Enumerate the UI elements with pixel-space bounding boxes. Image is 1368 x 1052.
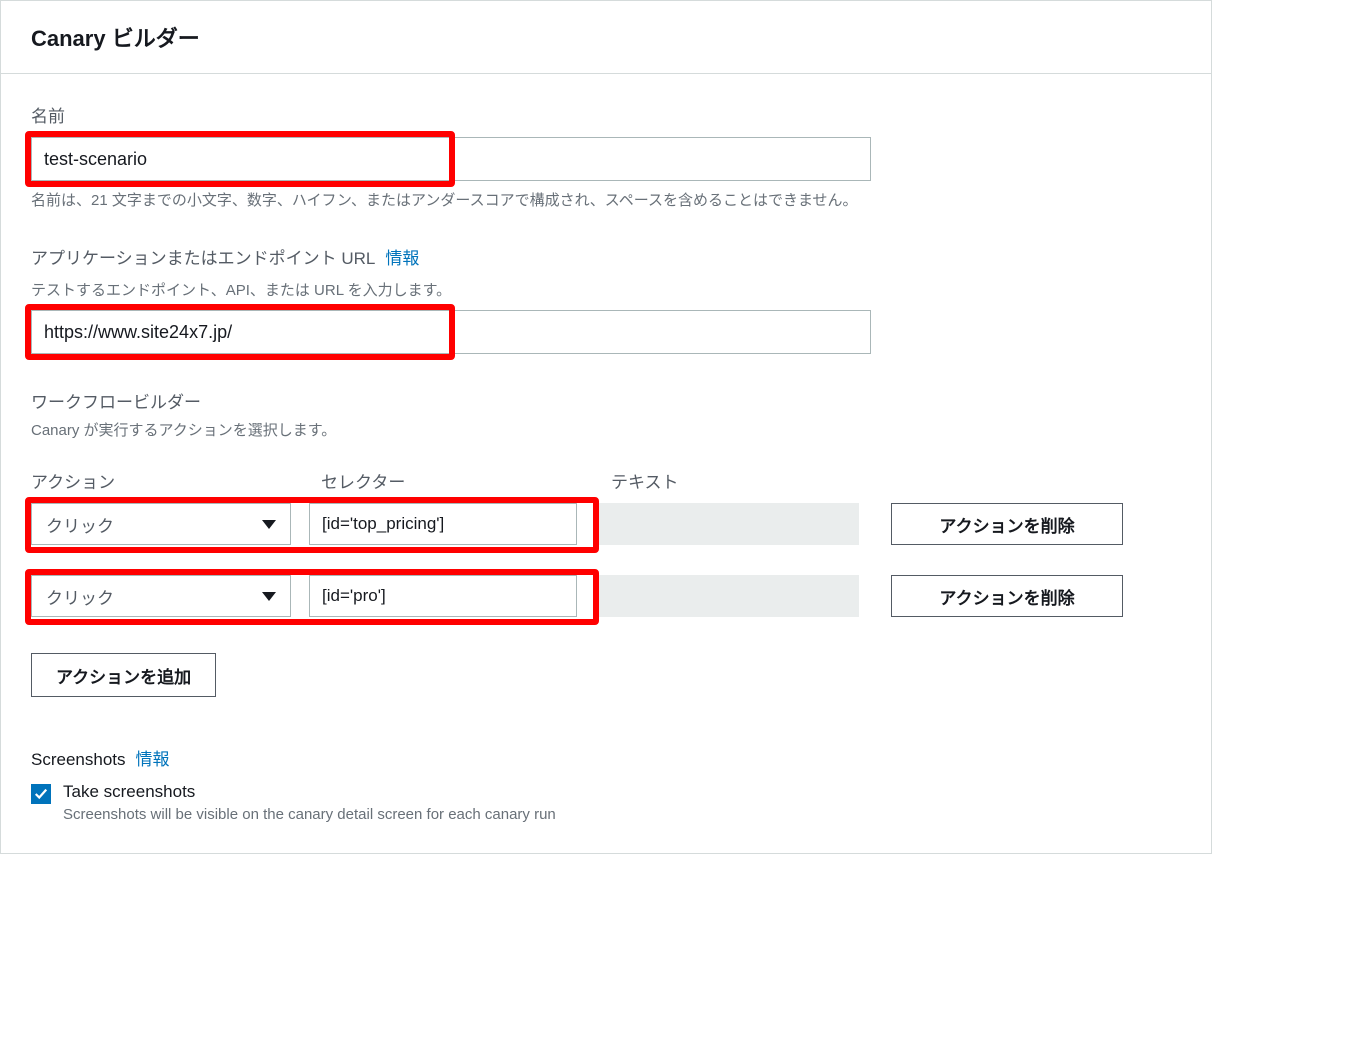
selector-input[interactable] (309, 575, 577, 617)
selector-input[interactable] (309, 503, 577, 545)
url-field-group: アプリケーションまたはエンドポイント URL 情報 テストするエンドポイント、A… (31, 244, 1181, 354)
workflow-row: クリック アクションを削除 (31, 575, 1181, 617)
action-select[interactable]: クリック (31, 575, 291, 617)
url-label: アプリケーションまたはエンドポイント URL (31, 244, 375, 269)
col-action-header: アクション (31, 468, 321, 493)
name-field-group: 名前 名前は、21 文字までの小文字、数字、ハイフン、またはアンダースコアで構成… (31, 102, 1181, 210)
name-hint: 名前は、21 文字までの小文字、数字、ハイフン、またはアンダースコアで構成され、… (31, 189, 1181, 210)
workflow-title: ワークフロービルダー (31, 388, 1181, 413)
col-text-header: テキスト (611, 468, 901, 493)
chevron-down-icon (262, 592, 276, 601)
action-select-value: クリック (46, 512, 114, 537)
col-selector-header: セレクター (321, 468, 611, 493)
screenshots-checkbox[interactable] (31, 784, 51, 804)
screenshots-checkbox-hint: Screenshots will be visible on the canar… (63, 806, 556, 823)
url-label-row: アプリケーションまたはエンドポイント URL 情報 (31, 244, 1181, 269)
text-input-disabled (595, 503, 859, 545)
panel-body: 名前 名前は、21 文字までの小文字、数字、ハイフン、またはアンダースコアで構成… (1, 74, 1211, 853)
chevron-down-icon (262, 520, 276, 529)
screenshots-checkbox-row: Take screenshots Screenshots will be vis… (31, 782, 1181, 823)
action-select[interactable]: クリック (31, 503, 291, 545)
screenshots-info-link[interactable]: 情報 (136, 745, 170, 770)
url-info-link[interactable]: 情報 (385, 244, 419, 269)
check-icon (34, 787, 48, 801)
add-action-button[interactable]: アクションを追加 (31, 653, 216, 697)
screenshots-label-row: Screenshots 情報 (31, 745, 1181, 770)
workflow-hint: Canary が実行するアクションを選択します。 (31, 419, 1181, 440)
url-highlight (31, 310, 1181, 354)
delete-action-button[interactable]: アクションを削除 (891, 503, 1123, 545)
action-select-value: クリック (46, 584, 114, 609)
workflow-section: ワークフロービルダー Canary が実行するアクションを選択します。 アクショ… (31, 388, 1181, 697)
screenshots-section: Screenshots 情報 Take screenshots Screensh… (31, 745, 1181, 823)
text-input-disabled (595, 575, 859, 617)
row-highlight: クリック (31, 575, 595, 617)
workflow-column-headers: アクション セレクター テキスト (31, 468, 1181, 493)
url-hint: テストするエンドポイント、API、または URL を入力します。 (31, 279, 1181, 300)
name-highlight (31, 137, 1181, 181)
screenshots-checkbox-label: Take screenshots (63, 782, 556, 802)
name-input[interactable] (31, 137, 871, 181)
checkbox-text-col: Take screenshots Screenshots will be vis… (63, 782, 556, 823)
workflow-row: クリック アクションを削除 (31, 503, 1181, 545)
row-highlight: クリック (31, 503, 595, 545)
panel-title: Canary ビルダー (31, 21, 1181, 53)
canary-builder-panel: Canary ビルダー 名前 名前は、21 文字までの小文字、数字、ハイフン、ま… (0, 0, 1212, 854)
panel-header: Canary ビルダー (1, 1, 1211, 74)
name-label: 名前 (31, 102, 1181, 127)
screenshots-label: Screenshots (31, 750, 126, 770)
delete-action-button[interactable]: アクションを削除 (891, 575, 1123, 617)
url-input[interactable] (31, 310, 871, 354)
